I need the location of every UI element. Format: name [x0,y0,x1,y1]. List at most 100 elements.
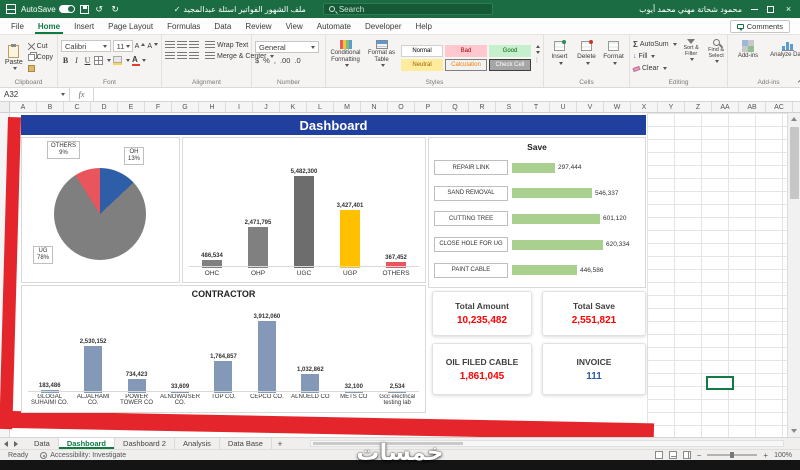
column-header-c[interactable]: C [64,102,91,112]
conditional-formatting-button[interactable]: Conditional Formatting [329,40,362,68]
autosum-button[interactable]: Σ AutoSum [633,39,677,50]
sheet-tab-dashboard[interactable]: Dashboard [58,438,116,449]
cell-style-check-cell[interactable]: Check Cell [489,59,531,71]
close-button[interactable]: × [783,4,794,14]
zoom-level[interactable]: 100% [774,452,792,459]
column-header-b[interactable]: B [37,102,64,112]
fill-color-icon[interactable] [113,56,122,65]
contractor-chart-panel[interactable]: CONTRACTOR 183,486 GLOGAL SUHAIMI CO. 2,53… [21,285,426,413]
ribbon-tab-developer[interactable]: Developer [358,18,408,34]
autosave-toggle[interactable]: AutoSave [21,5,75,14]
copy-button[interactable]: Copy [27,52,54,62]
vertical-scrollbar[interactable] [787,113,800,437]
cut-button[interactable]: Cut [27,41,54,51]
scroll-down-icon[interactable] [791,429,797,433]
ribbon-tab-insert[interactable]: Insert [67,18,101,34]
save-icon[interactable] [79,4,89,14]
column-header-e[interactable]: E [118,102,145,112]
increase-decimal-icon[interactable]: .00 [280,56,290,65]
column-header-w[interactable]: W [604,102,631,112]
gallery-down-icon[interactable] [536,51,540,54]
clear-button[interactable]: Clear [632,63,677,74]
autosave-switch-icon[interactable] [58,5,75,13]
new-sheet-button[interactable]: + [272,438,288,449]
column-bar[interactable] [301,374,320,393]
sheet-tab-dashboard-2[interactable]: Dashboard 2 [115,438,175,449]
insert-function-icon[interactable]: fx [70,88,94,101]
accessibility-checker[interactable]: Accessibility: Investigate [40,451,126,459]
page-break-view-icon[interactable] [682,451,691,459]
pie-chart-panel[interactable]: OH 13% UG 78% OTHERS 9% [21,137,180,283]
find-select-button[interactable]: Find & Select [705,39,728,74]
italic-button[interactable]: I [72,55,81,66]
sheet-nav-left-icon[interactable] [4,440,8,447]
column-header-q[interactable]: Q [442,102,469,112]
column-header-u[interactable]: U [550,102,577,112]
zoom-slider-knob[interactable] [730,452,735,458]
card-oil-filed-cable[interactable]: OIL FILED CABLE 1,861,045 [432,343,532,395]
column-header-i[interactable]: I [226,102,253,112]
addins-button[interactable]: Add-ins [731,40,765,60]
select-all-corner[interactable] [0,102,10,112]
column-header-s[interactable]: S [496,102,523,112]
column-bar[interactable] [202,260,222,268]
category-bar-chart-panel[interactable]: 486,534 OHC 2,471,795 OHP 5,482,300 UGC 3,427,… [182,137,426,283]
align-left-icon[interactable] [165,52,175,60]
decrease-font-icon[interactable]: A [147,42,158,50]
cell-style-neutral[interactable]: Neutral [401,59,443,71]
format-cells-button[interactable]: Format [601,41,626,65]
cell-style-good[interactable]: Good [489,45,531,57]
sheet-tab-data-base[interactable]: Data Base [219,438,272,449]
column-header-x[interactable]: X [631,102,658,112]
sheet-tab-analysis[interactable]: Analysis [174,438,220,449]
column-bar[interactable] [257,321,276,393]
ribbon-tab-automate[interactable]: Automate [310,18,358,34]
align-right-icon[interactable] [189,52,199,60]
sheet-nav-right-icon[interactable] [14,440,18,447]
column-header-r[interactable]: R [469,102,496,112]
column-header-ac[interactable]: AC [766,102,793,112]
align-middle-icon[interactable] [177,41,187,49]
card-total-amount[interactable]: Total Amount 10,235,482 [432,291,532,336]
bold-button[interactable]: B [61,55,70,66]
column-bar[interactable] [248,227,268,268]
redo-icon[interactable]: ↻ [110,4,121,15]
column-bar[interactable] [214,361,233,393]
scroll-up-icon[interactable] [791,117,797,121]
sort-filter-button[interactable]: Sort & Filter [680,39,703,74]
column-header-f[interactable]: F [145,102,172,112]
column-header-v[interactable]: V [577,102,604,112]
underline-button[interactable]: U [83,55,92,66]
analyze-data-button[interactable]: Analyze Data [770,40,800,60]
increase-font-icon[interactable]: A [135,42,146,50]
column-header-t[interactable]: T [523,102,550,112]
decrease-decimal-icon[interactable]: .0 [294,56,300,65]
wrap-text-button[interactable]: Wrap Text [205,41,248,49]
ribbon-tab-view[interactable]: View [279,18,310,34]
excel-app-icon[interactable] [6,4,16,14]
save-chart-panel[interactable]: Save REPAIR LINK 297,444 SAND REMOVAL 546,3… [428,137,646,288]
column-header-p[interactable]: P [415,102,442,112]
cell-style-bad[interactable]: Bad [445,45,487,57]
card-invoice[interactable]: INVOICE 111 [542,343,646,395]
align-bottom-icon[interactable] [189,41,199,49]
column-bar[interactable] [171,391,190,393]
align-top-icon[interactable] [165,41,175,49]
ribbon-tab-formulas[interactable]: Formulas [160,18,207,34]
save-bar[interactable] [512,213,600,224]
column-header-d[interactable]: D [91,102,118,112]
normal-view-icon[interactable] [654,451,663,459]
zoom-slider[interactable] [707,452,758,458]
ribbon-tab-page-layout[interactable]: Page Layout [101,18,160,34]
column-header-aa[interactable]: AA [712,102,739,112]
font-color-icon[interactable]: A [132,55,140,66]
zoom-out-icon[interactable]: − [697,451,702,460]
column-header-n[interactable]: N [361,102,388,112]
cell-style-calculation[interactable]: Calculation [445,59,487,71]
name-box[interactable]: A32 [0,88,70,101]
undo-icon[interactable]: ↺ [94,4,105,15]
formula-input[interactable] [94,88,800,101]
column-header-m[interactable]: M [334,102,361,112]
format-as-table-button[interactable]: Format as Table [365,40,398,68]
comments-button[interactable]: Comments [729,19,790,33]
